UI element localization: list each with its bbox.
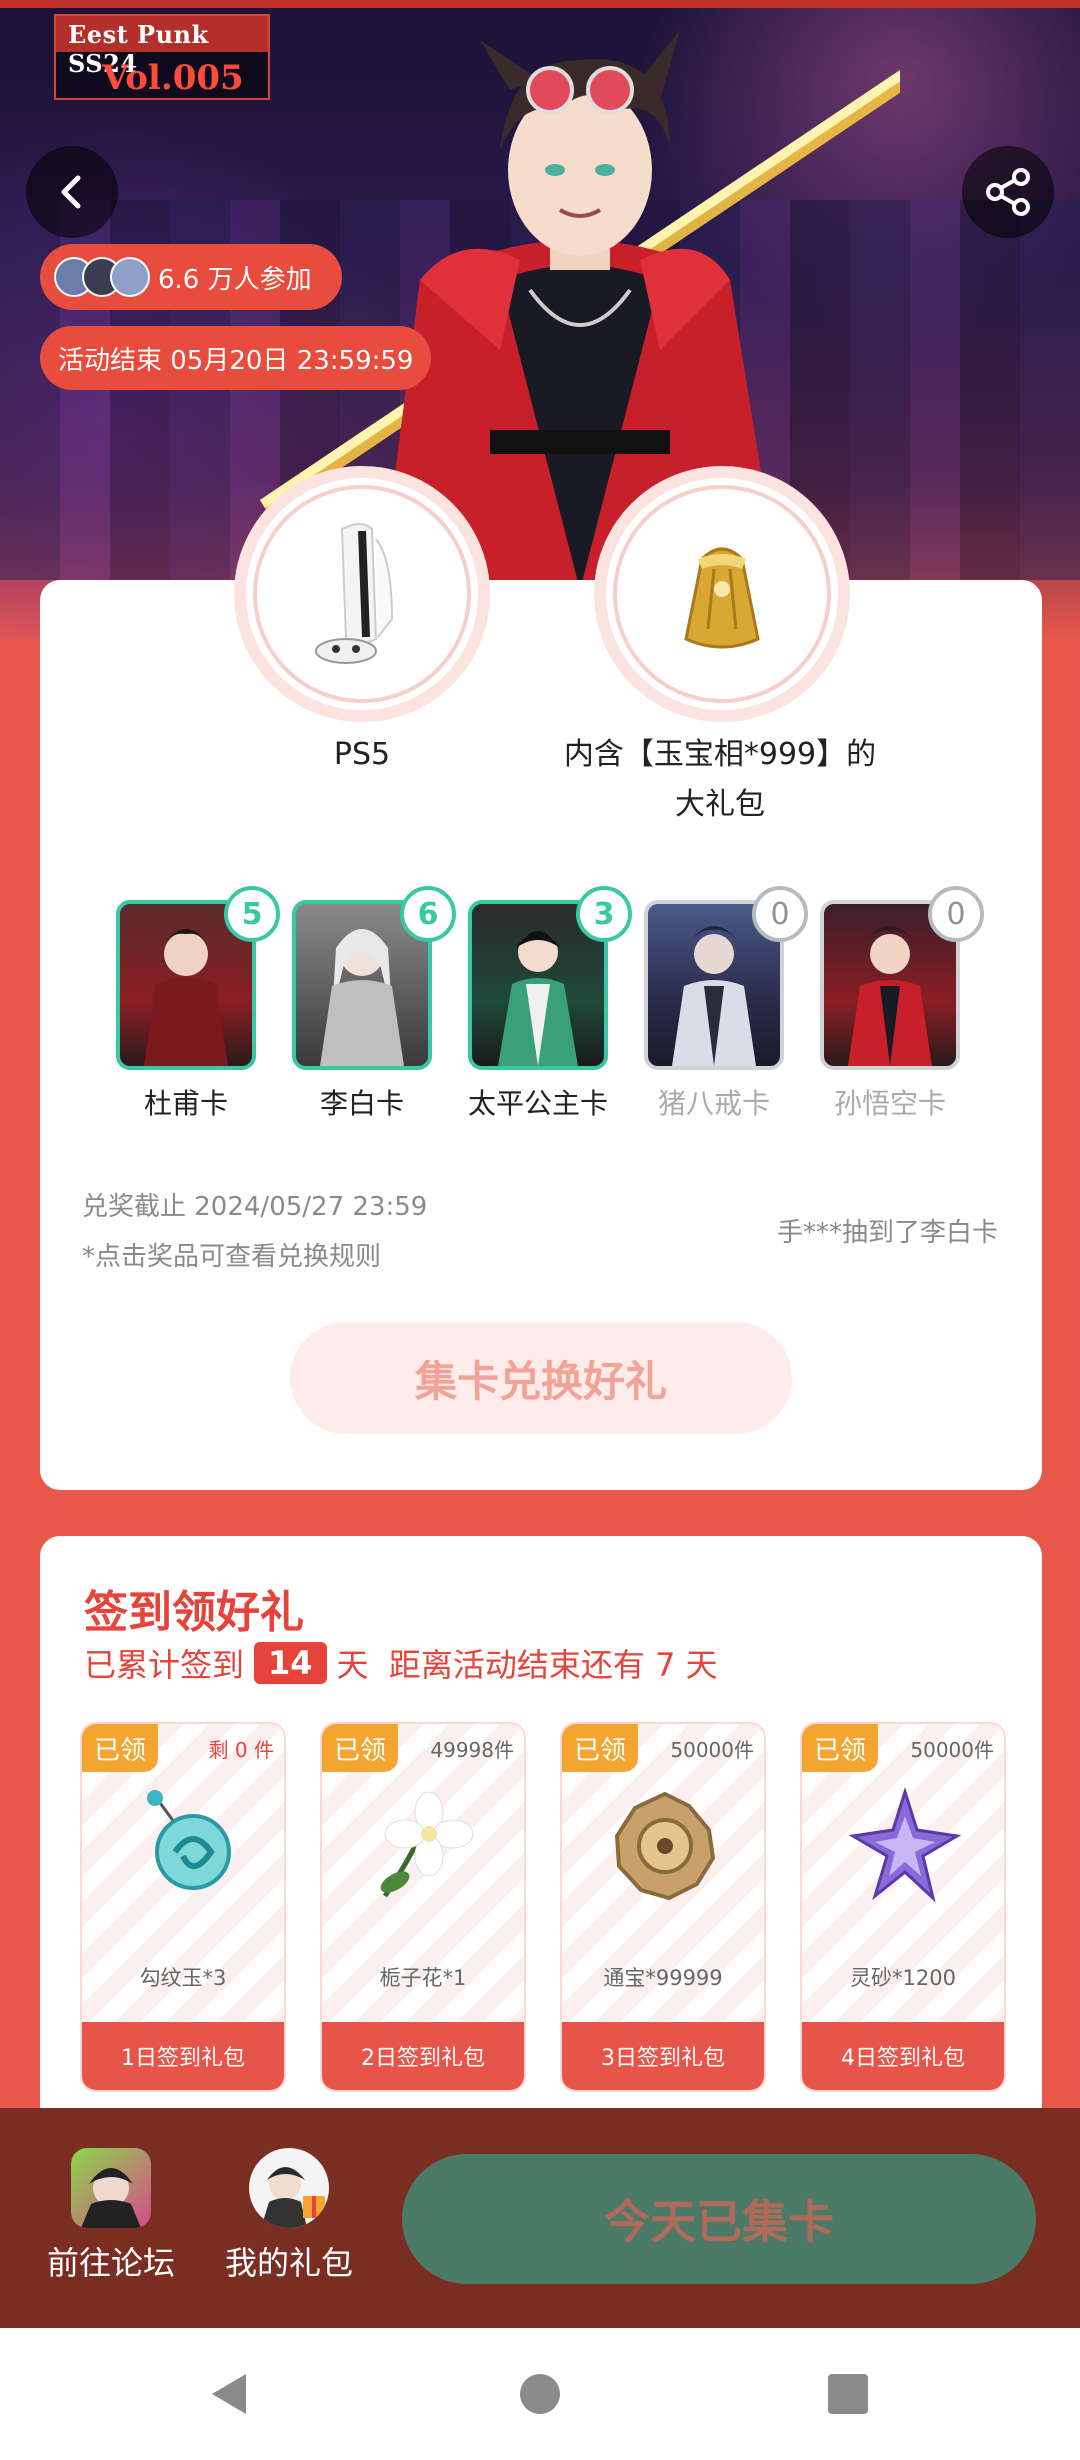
triangle-back-icon	[212, 2374, 246, 2414]
forum-avatar-icon	[81, 2168, 141, 2228]
card-name: 太平公主卡	[468, 1087, 609, 1120]
back-button[interactable]	[26, 146, 118, 238]
signin-gift-day2[interactable]: 已领 49998件 栀子花*1 2日签到礼包	[320, 1722, 526, 2092]
prize-label-ps5: PS5	[333, 737, 391, 772]
gift-pack-button[interactable]: 4日签到礼包	[802, 2022, 1004, 2090]
card-count-badge: 0	[928, 886, 984, 942]
signin-stat-suffix: 天 距离活动结束还有 7 天	[336, 1646, 718, 1684]
coin-medallion-icon	[614, 1791, 716, 1901]
collect-cards-row: 5 杜甫卡 6 李白卡 3 太平公主卡 0 猪八戒卡 0 孙悟空卡	[116, 886, 996, 1140]
claimed-tag: 已领	[562, 1724, 638, 1772]
chevron-left-icon	[61, 175, 81, 209]
prize-ps5[interactable]	[234, 466, 490, 722]
gift-name: 灵砂*1200	[850, 1966, 956, 1990]
card-count-badge: 0	[752, 886, 808, 942]
share-button[interactable]	[962, 146, 1054, 238]
claimed-tag: 已领	[802, 1724, 878, 1772]
collect-card-sunwukong[interactable]: 0 孙悟空卡	[820, 886, 984, 1122]
event-title-badge: Eest Punk SS24 Vol.005	[54, 14, 270, 100]
nav-recents-button[interactable]	[818, 2364, 878, 2424]
top-accent-strip	[0, 0, 1080, 8]
prize-gift-bag[interactable]	[594, 466, 850, 722]
my-gifts-button[interactable]: 我的礼包	[214, 2148, 364, 2284]
gift-pack-button[interactable]: 3日签到礼包	[562, 2022, 764, 2090]
signin-gift-day3[interactable]: 已领 50000件 通宝*99999 3日签到礼包	[560, 1722, 766, 2092]
event-countdown-text: 活动结束 05月20日 23:59:59	[58, 345, 414, 376]
gift-stock: 剩 0 件	[208, 1738, 274, 1762]
collect-card-zhubajie[interactable]: 0 猪八戒卡	[644, 886, 808, 1122]
go-to-forum-button[interactable]: 前往论坛	[36, 2148, 186, 2284]
prize-label-gift-bag: 内含【玉宝相*999】的大礼包	[563, 737, 877, 822]
spirit-crystal-icon	[848, 1787, 962, 1903]
system-navigation-bar	[0, 2328, 1080, 2460]
nav-back-button[interactable]	[200, 2364, 260, 2424]
square-recents-icon	[828, 2374, 868, 2414]
jade-pendant-icon	[147, 1790, 231, 1890]
participants-pill: 6.6 万人参加	[40, 244, 342, 310]
signin-gift-day1[interactable]: 已领 剩 0 件 勾纹玉*3 1日签到礼包	[80, 1722, 286, 2092]
gift-stock: 50000件	[670, 1738, 754, 1762]
signin-card: 签到领好礼 已累计签到 14 天 距离活动结束还有 7 天 已领 剩 0 件 勾…	[40, 1536, 1042, 2156]
today-collected-button[interactable]: 今天已集卡	[402, 2154, 1036, 2284]
redeem-deadline: 兑奖截止 2024/05/27 23:59	[82, 1192, 428, 1222]
gift-name: 勾纹玉*3	[139, 1966, 227, 1990]
collect-card-dufu[interactable]: 5 杜甫卡	[116, 886, 280, 1122]
hero-banner: Eest Punk SS24 Vol.005 6.6 万人参加 活动结束 05月…	[0, 0, 1080, 640]
nav-home-button[interactable]	[510, 2364, 570, 2424]
exchange-gift-button[interactable]: 集卡兑换好礼	[290, 1322, 792, 1434]
collect-card-libai[interactable]: 6 李白卡	[292, 886, 456, 1122]
card-name: 李白卡	[319, 1087, 404, 1120]
gift-bag-icon	[684, 547, 760, 649]
gift-box-icon	[261, 2167, 325, 2228]
card-name: 杜甫卡	[143, 1087, 228, 1120]
ps5-console-icon	[315, 523, 394, 664]
forum-label: 前往论坛	[46, 2244, 175, 2282]
card-count-badge: 5	[224, 886, 280, 942]
event-volume: Vol.005	[102, 58, 244, 98]
my-gifts-label: 我的礼包	[224, 2244, 353, 2282]
bottom-action-bar: 前往论坛 我的礼包 今天已集卡	[0, 2108, 1080, 2328]
signin-stat-prefix: 已累计签到	[84, 1646, 245, 1684]
collect-card-taiping[interactable]: 3 太平公主卡	[468, 886, 632, 1122]
winner-ticker: 手***抽到了李白卡	[776, 1218, 998, 1248]
gift-pack-button[interactable]: 2日签到礼包	[322, 2022, 524, 2090]
event-countdown-pill: 活动结束 05月20日 23:59:59	[40, 326, 432, 390]
share-icon	[986, 168, 1030, 216]
forum-app-icon	[71, 2148, 151, 2228]
card-count-badge: 3	[576, 886, 632, 942]
avatar	[110, 257, 150, 297]
signin-stat: 已累计签到 14 天 距离活动结束还有 7 天	[84, 1640, 718, 1686]
gift-stock: 49998件	[430, 1738, 514, 1762]
gift-name: 通宝*99999	[603, 1966, 723, 1990]
gift-stock: 50000件	[910, 1738, 994, 1762]
gift-pack-button[interactable]: 1日签到礼包	[82, 2022, 284, 2090]
participants-count: 6.6 万人参加	[158, 264, 312, 295]
card-count-badge: 6	[400, 886, 456, 942]
card-name: 猪八戒卡	[657, 1087, 770, 1120]
signin-days-count: 14	[254, 1642, 327, 1684]
claimed-tag: 已领	[82, 1724, 158, 1772]
gardenia-flower-icon	[380, 1791, 474, 1898]
card-name: 孙悟空卡	[833, 1087, 946, 1120]
claimed-tag: 已领	[322, 1724, 398, 1772]
gift-name: 栀子花*1	[379, 1966, 467, 1990]
signin-gift-day4[interactable]: 已领 50000件 灵砂*1200 4日签到礼包	[800, 1722, 1006, 2092]
my-gifts-avatar	[249, 2148, 329, 2228]
signin-title: 签到领好礼	[84, 1587, 304, 1638]
redeem-rule-hint: *点击奖品可查看兑换规则	[82, 1242, 382, 1272]
circle-home-icon	[520, 2374, 560, 2414]
signin-gift-row: 已领 剩 0 件 勾纹玉*3 1日签到礼包 已领 49998件 栀子花*1 2日…	[80, 1722, 1020, 2092]
participant-avatars	[54, 257, 150, 297]
